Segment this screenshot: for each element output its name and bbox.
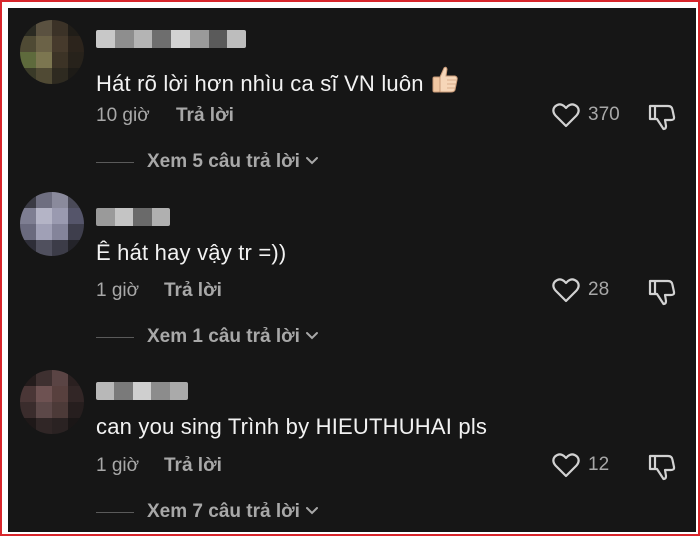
heart-icon xyxy=(552,103,580,128)
comment-time: 1 giờ xyxy=(96,280,140,301)
avatar[interactable] xyxy=(20,370,84,434)
view-replies-button[interactable]: Xem 5 câu trả lời xyxy=(96,151,319,173)
comment-time: 1 giờ xyxy=(96,455,140,476)
chevron-down-icon xyxy=(305,503,319,521)
thumbs-down-icon xyxy=(648,454,676,481)
view-replies-button[interactable]: Xem 1 câu trả lời xyxy=(96,326,319,348)
view-replies-label: Xem 7 câu trả lời xyxy=(147,501,300,522)
view-replies-label: Xem 5 câu trả lời xyxy=(147,151,300,172)
like-count: 370 xyxy=(588,104,620,125)
thumbs-up-icon xyxy=(430,64,460,100)
screenshot-frame: Hát rõ lời hơn nhìu ca sĩ VN luôn 10 giờ… xyxy=(0,0,700,536)
username-blurred[interactable] xyxy=(96,208,170,226)
divider-line xyxy=(96,511,134,513)
like-button[interactable]: 12 xyxy=(552,452,609,478)
username-blurred[interactable] xyxy=(96,30,246,48)
like-count: 12 xyxy=(588,454,610,475)
chevron-down-icon xyxy=(305,153,319,171)
view-replies-button[interactable]: Xem 7 câu trả lời xyxy=(96,501,319,523)
like-count: 28 xyxy=(588,279,610,300)
like-button[interactable]: 370 xyxy=(552,102,620,128)
view-replies-label: Xem 1 câu trả lời xyxy=(147,326,300,347)
comment-text: Ê hát hay vậy tr =)) xyxy=(96,240,287,265)
thumbs-down-icon xyxy=(648,104,676,131)
username-blurred[interactable] xyxy=(96,382,188,400)
divider-line xyxy=(96,161,134,163)
chevron-down-icon xyxy=(305,328,319,346)
comment-time: 10 giờ xyxy=(96,105,150,126)
divider-line xyxy=(96,336,134,338)
reply-button[interactable]: Trả lời xyxy=(164,280,222,302)
comment-text: Hát rõ lời hơn nhìu ca sĩ VN luôn xyxy=(96,64,460,100)
reply-button[interactable]: Trả lời xyxy=(164,455,222,477)
thumbs-down-icon xyxy=(648,279,676,306)
comment-text: can you sing Trình by HIEUTHUHAI pls xyxy=(96,414,488,439)
dislike-button[interactable] xyxy=(648,453,676,486)
heart-icon xyxy=(552,453,580,478)
avatar[interactable] xyxy=(20,192,84,256)
dislike-button[interactable] xyxy=(648,278,676,311)
comment-list: Hát rõ lời hơn nhìu ca sĩ VN luôn 10 giờ… xyxy=(8,8,696,532)
avatar[interactable] xyxy=(20,20,84,84)
reply-button[interactable]: Trả lời xyxy=(176,105,234,127)
dislike-button[interactable] xyxy=(648,103,676,136)
heart-icon xyxy=(552,278,580,303)
like-button[interactable]: 28 xyxy=(552,277,609,303)
